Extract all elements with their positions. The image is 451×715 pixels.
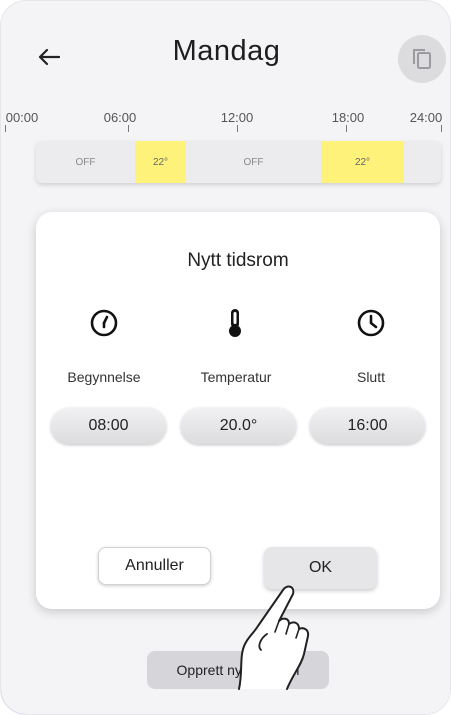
- create-period-button[interactable]: Opprett nytt tidsrom: [147, 651, 329, 689]
- end-label: Slutt: [356, 369, 385, 385]
- tick-label: 06:00: [103, 110, 137, 125]
- timeline-segment[interactable]: 22°: [321, 141, 404, 183]
- tick-label: 00:00: [5, 110, 39, 125]
- start-label: Begynnelse: [67, 369, 141, 385]
- timeline-segment[interactable]: [404, 141, 441, 183]
- ok-button[interactable]: OK: [264, 547, 377, 589]
- new-period-dialog: Nytt tidsrom Begynnelse 08:00 Temperatur…: [36, 212, 440, 609]
- dialog-title: Nytt tidsrom: [187, 250, 289, 271]
- schedule-timeline[interactable]: OFF 22° OFF 22°: [36, 141, 441, 183]
- tick-label: 24:00: [409, 110, 443, 125]
- start-time-button[interactable]: 08:00: [51, 408, 166, 444]
- page-title: Mandag: [172, 35, 281, 67]
- app-screen: Mandag 00:00 06:00 12:00 18:00 24:00 OFF…: [1, 1, 450, 714]
- tick-mark: [346, 125, 347, 132]
- timeline-segment[interactable]: 22°: [135, 141, 186, 183]
- tick-mark: [237, 125, 238, 132]
- temperature-label: Temperatur: [200, 369, 272, 385]
- timeline-segment[interactable]: OFF: [36, 141, 135, 183]
- copy-icon: [413, 49, 431, 69]
- temperature-button[interactable]: 20.0°: [181, 408, 296, 444]
- clock-start-icon: [90, 309, 118, 337]
- tick-label: 18:00: [331, 110, 365, 125]
- thermometer-icon: [229, 309, 241, 337]
- app-frame: Mandag 00:00 06:00 12:00 18:00 24:00 OFF…: [0, 0, 451, 715]
- clock-end-icon: [357, 309, 385, 337]
- tick-mark: [5, 125, 6, 132]
- cancel-button[interactable]: Annuller: [98, 547, 211, 585]
- tick-label: 12:00: [220, 110, 254, 125]
- tick-mark: [128, 125, 129, 132]
- timeline-segment[interactable]: OFF: [186, 141, 321, 183]
- tick-mark: [441, 125, 442, 132]
- copy-button[interactable]: [398, 35, 446, 83]
- end-time-button[interactable]: 16:00: [310, 408, 425, 444]
